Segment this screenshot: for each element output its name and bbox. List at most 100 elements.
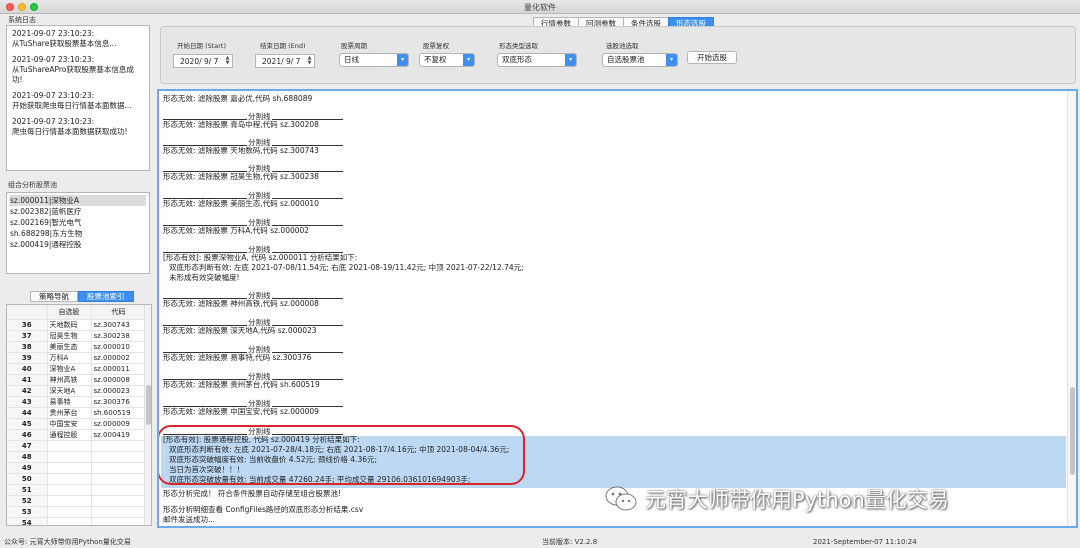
stock-name-cell: 中国宝安 <box>47 418 92 430</box>
row-index: 39 <box>7 352 48 364</box>
log-entry: 2021-09-07 23:10:23: 从TuShareAPro获取股票基本信息… <box>12 55 134 84</box>
log-entry: 2021-09-07 23:10:23: 爬虫每日行情基本面数据获取成功! <box>12 117 128 136</box>
table-row[interactable]: 50 <box>7 473 147 485</box>
stock-name-cell <box>47 506 92 518</box>
combo-stock-list[interactable]: sz.000011|深物业A sz.002382|蓝帆医疗 sz.002169|… <box>6 192 150 274</box>
pattern-type-select[interactable]: 双底形态 ▾ <box>497 53 577 67</box>
table-row[interactable]: 47 <box>7 440 147 452</box>
column-header[interactable]: 代码 <box>91 305 147 320</box>
watermark: 元宵大师带你用Python量化交易 <box>605 484 949 514</box>
log-entry: 2021-09-07 23:10:23: 从TuShare获取股票基本信息... <box>12 29 117 48</box>
list-item[interactable]: sz.002382|蓝帆医疗 <box>10 206 146 217</box>
table-row[interactable]: 43 易事特 sz.300376 <box>7 396 147 408</box>
start-date-field[interactable]: 2020/ 9/ 7 ▲ ▼ <box>173 54 233 68</box>
status-left: 公众号: 元宵大师带你用Python量化交易 <box>4 538 131 546</box>
start-select-button[interactable]: 开始选股 <box>687 51 737 64</box>
table-row[interactable]: 51 <box>7 484 147 496</box>
stock-name-cell: 天地数码 <box>47 319 92 331</box>
table-row[interactable]: 49 <box>7 462 147 474</box>
tab-stock-pool-index[interactable]: 股票池索引 <box>78 291 134 302</box>
stock-code-cell: sz.300238 <box>91 330 147 342</box>
window-title: 量化软件 <box>524 3 556 12</box>
table-row[interactable]: 41 神州高铁 sz.000008 <box>7 374 147 386</box>
wechat-icon <box>605 486 637 512</box>
output-line: 形态无效: 滤除股票 神州高铁,代码 sz.000008 <box>163 299 319 308</box>
list-item[interactable]: sz.002169|智光电气 <box>10 217 146 228</box>
list-item[interactable]: sz.000419|通程控股 <box>10 239 146 250</box>
stock-code-cell: sz.000008 <box>91 374 147 386</box>
stock-code-cell: sz.300376 <box>91 396 147 408</box>
output-line: 形态无效: 滤除股票 天地数码,代码 sz.300743 <box>163 146 319 155</box>
scrollbar-thumb[interactable] <box>146 385 151 425</box>
table-row[interactable]: 45 中国宝安 sz.000009 <box>7 418 147 430</box>
period-select[interactable]: 日线 ▾ <box>339 53 409 67</box>
analysis-output[interactable]: 形态无效: 滤除股票 嘉必优,代码 sh.688089 分割线 形态无效: 滤除股票… <box>157 89 1078 528</box>
pattern-type-label: 形态类型选取 <box>499 42 538 50</box>
output-line: [形态有效]: 股票深物业A, 代码 sz.000011 分析结果如下: <box>163 253 358 262</box>
watermark-text: 元宵大师带你用Python量化交易 <box>645 488 949 512</box>
table-row[interactable]: 53 <box>7 506 147 518</box>
stock-name-cell <box>47 473 92 485</box>
row-index: 45 <box>7 418 48 430</box>
list-item[interactable]: sh.688298|东方生物 <box>10 228 146 239</box>
stock-pool-table[interactable]: 自选股 代码 36 天地数码 sz.300743 37 冠昊生物 sz.300238 38 美… <box>6 304 152 526</box>
stock-code-cell <box>91 440 147 452</box>
table-row[interactable]: 44 贵州茅台 sh.600519 <box>7 407 147 419</box>
end-date-field[interactable]: 2021/ 9/ 7 ▲ ▼ <box>255 54 315 68</box>
system-log[interactable]: 2021-09-07 23:10:23: 从TuShare获取股票基本信息... … <box>6 25 150 171</box>
table-row[interactable]: 40 深物业A sz.000011 <box>7 363 147 375</box>
stock-code-cell: sz.000419 <box>91 429 147 441</box>
stock-pool-select[interactable]: 自选股票池 ▾ <box>602 53 678 67</box>
chevron-down-icon: ▾ <box>666 54 677 66</box>
row-index: 38 <box>7 341 48 353</box>
chevron-down-icon: ▾ <box>397 54 408 66</box>
row-index: 40 <box>7 363 48 375</box>
table-row[interactable]: 46 通程控股 sz.000419 <box>7 429 147 441</box>
stepper-icon[interactable]: ▲ ▼ <box>306 56 313 66</box>
output-line: 形态无效: 滤除股票 美丽生态,代码 sz.000010 <box>163 199 319 208</box>
table-row[interactable]: 36 天地数码 sz.300743 <box>7 319 147 331</box>
table-row[interactable]: 42 深天地A sz.000023 <box>7 385 147 397</box>
start-date-label: 开始日期 (Start) <box>177 42 227 50</box>
row-index: 37 <box>7 330 48 342</box>
table-row[interactable]: 54 <box>7 517 147 525</box>
table-scrollbar[interactable] <box>144 305 151 525</box>
stock-code-cell: sz.300743 <box>91 319 147 331</box>
output-line: 形态无效: 滤除股票 冠昊生物,代码 sz.300238 <box>163 172 319 181</box>
stock-name-cell: 美丽生态 <box>47 341 92 353</box>
table-header-row: 自选股 代码 <box>7 305 147 320</box>
output-line: 形态无效: 滤除股票 易事特,代码 sz.300376 <box>163 353 312 362</box>
table-row[interactable]: 48 <box>7 451 147 463</box>
log-label: 系统日志 <box>8 16 36 24</box>
output-line: 形态无效: 滤除股票 万科A,代码 sz.000002 <box>163 226 310 235</box>
stock-code-cell: sz.000009 <box>91 418 147 430</box>
list-item[interactable]: sz.000011|深物业A <box>10 195 146 206</box>
stock-name-cell <box>47 517 92 525</box>
chevron-down-icon: ▾ <box>565 54 576 66</box>
combo-pool-label: 组合分析股票池 <box>8 181 57 189</box>
output-scrollbar[interactable] <box>1067 91 1076 526</box>
column-header[interactable]: 自选股 <box>47 305 92 320</box>
table-row[interactable]: 37 冠昊生物 sz.300238 <box>7 330 147 342</box>
table-row[interactable]: 52 <box>7 495 147 507</box>
row-index: 36 <box>7 319 48 331</box>
table-row[interactable]: 39 万科A sz.000002 <box>7 352 147 364</box>
table-row[interactable]: 38 美丽生态 sz.000010 <box>7 341 147 353</box>
stock-name-cell <box>47 440 92 452</box>
output-line: 形态分析明细查看 ConfigFiles路径的双底形态分析结果.csv <box>163 505 364 514</box>
output-line: 形态无效: 滤除股票 中国宝安,代码 sz.000009 <box>163 407 319 416</box>
output-line: 形态无效: 滤除股票 贵州茅台,代码 sh.600519 <box>163 380 320 389</box>
stock-pool-label: 选股池选取 <box>606 42 639 50</box>
adjust-select[interactable]: 不复权 ▾ <box>419 53 475 67</box>
output-line: 形态无效: 滤除股票 深天地A,代码 sz.000023 <box>163 326 317 335</box>
stock-name-cell <box>47 495 92 507</box>
stepper-icon[interactable]: ▲ ▼ <box>224 56 231 66</box>
scrollbar-thumb[interactable] <box>1070 387 1075 475</box>
row-index: 47 <box>7 440 48 452</box>
stock-name-cell: 贵州茅台 <box>47 407 92 419</box>
row-index: 50 <box>7 473 48 485</box>
tab-strategy-nav[interactable]: 策略导航 <box>30 291 78 302</box>
stock-code-cell <box>91 473 147 485</box>
output-line: 形态无效: 滤除股票 青岛中程,代码 sz.300208 <box>163 120 319 129</box>
stock-code-cell: sh.600519 <box>91 407 147 419</box>
